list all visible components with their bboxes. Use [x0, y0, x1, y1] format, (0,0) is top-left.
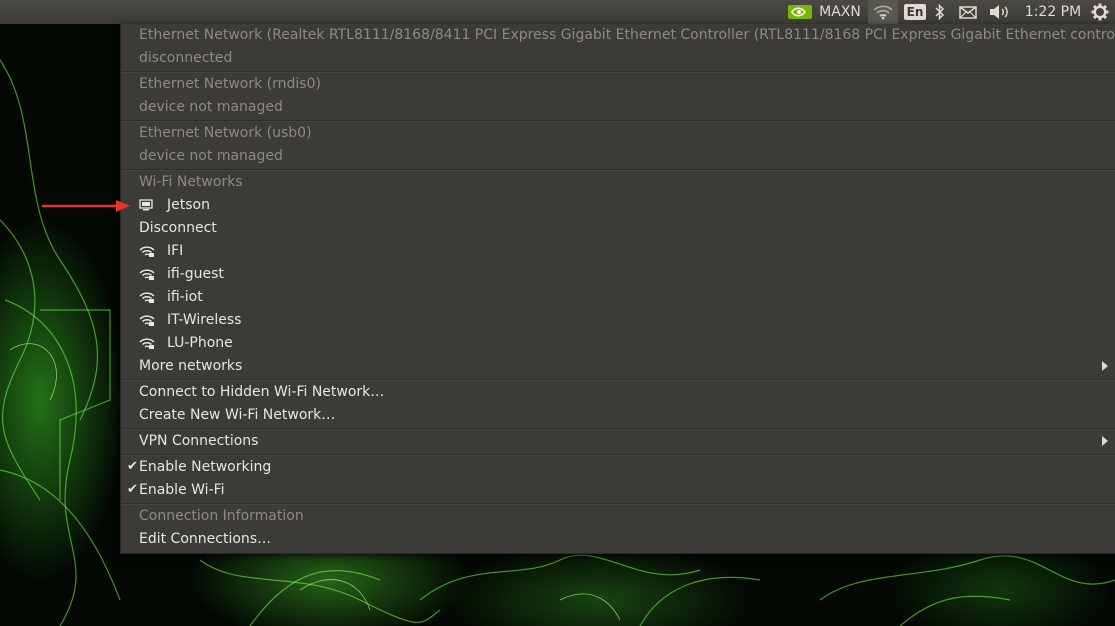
check-mark-icon: ✔ [127, 459, 138, 474]
clock-label: 1:22 PM [1024, 4, 1082, 20]
wifi-network-label: IT-Wireless [167, 312, 242, 328]
gear-icon[interactable] [1088, 0, 1112, 24]
connect-hidden-wifi-item[interactable]: Connect to Hidden Wi-Fi Network… [139, 381, 384, 403]
enable-wifi-item[interactable]: ✔ Enable Wi-Fi [121, 479, 1115, 501]
wifi-signal-icon [139, 309, 157, 331]
create-new-wifi-item[interactable]: Create New Wi-Fi Network… [139, 404, 335, 426]
check-mark-icon: ✔ [127, 482, 138, 497]
wifi-signal-icon [139, 240, 157, 262]
wifi-network-label: ifi-iot [167, 289, 203, 305]
mail-icon[interactable] [956, 0, 980, 24]
wired-computer-icon [139, 194, 157, 216]
wifi-network-item[interactable]: ifi-iot [121, 286, 1115, 308]
wifi-icon[interactable] [868, 0, 898, 24]
ethernet-usb0-title: Ethernet Network (usb0) [139, 125, 312, 141]
wifi-signal-icon [139, 263, 157, 285]
nvidia-icon[interactable] [786, 0, 814, 24]
wifi-network-item[interactable]: IFI [121, 240, 1115, 262]
wifi-network-label: LU-Phone [167, 335, 233, 351]
bluetooth-icon[interactable] [930, 0, 950, 24]
volume-icon[interactable] [986, 0, 1014, 24]
ethernet-rndis0-title: Ethernet Network (rndis0) [139, 76, 321, 92]
wifi-network-label: IFI [167, 243, 184, 259]
ethernet-realtek-title: Ethernet Network (Realtek RTL8111/8168/8… [139, 27, 1115, 43]
ethernet-realtek-status: disconnected [139, 50, 233, 66]
power-mode-label: MAXN [819, 4, 861, 20]
vpn-connections-item[interactable]: VPN Connections [121, 430, 1115, 452]
edit-connections-item[interactable]: Edit Connections… [139, 528, 271, 550]
connected-network-item[interactable]: Jetson [121, 194, 1115, 216]
connection-information-item: Connection Information [139, 508, 304, 524]
wifi-network-item[interactable]: IT-Wireless [121, 309, 1115, 331]
keyboard-icon[interactable]: En [903, 0, 927, 24]
wifi-network-item[interactable]: ifi-guest [121, 263, 1115, 285]
ethernet-rndis0-status: device not managed [139, 99, 283, 115]
wifi-signal-icon [139, 286, 157, 308]
network-menu: Ethernet Network (Realtek RTL8111/8168/8… [120, 24, 1115, 554]
submenu-arrow-icon [1102, 436, 1108, 446]
enable-networking-label: Enable Networking [139, 459, 272, 475]
connected-network-label: Jetson [167, 197, 210, 213]
enable-networking-item[interactable]: ✔ Enable Networking [121, 456, 1115, 478]
annotation-arrow-icon [42, 200, 130, 212]
wifi-signal-icon [139, 332, 157, 354]
clock[interactable]: 1:22 PM [1022, 0, 1084, 24]
ethernet-usb0-status: device not managed [139, 148, 283, 164]
wifi-network-item[interactable]: LU-Phone [121, 332, 1115, 354]
disconnect-item[interactable]: Disconnect [139, 217, 217, 239]
menu-separator [122, 169, 1115, 171]
top-panel: MAXN En 1:22 PM [0, 0, 1115, 24]
more-networks-label: More networks [139, 358, 243, 374]
power-mode-indicator[interactable]: MAXN [816, 0, 864, 24]
vpn-connections-label: VPN Connections [139, 433, 259, 449]
wifi-networks-header: Wi-Fi Networks [139, 174, 243, 190]
enable-wifi-label: Enable Wi-Fi [139, 482, 225, 498]
wifi-network-label: ifi-guest [167, 266, 224, 282]
keyboard-layout-label: En [903, 4, 927, 20]
more-networks-item[interactable]: More networks [121, 355, 1115, 377]
submenu-arrow-icon [1102, 361, 1108, 371]
